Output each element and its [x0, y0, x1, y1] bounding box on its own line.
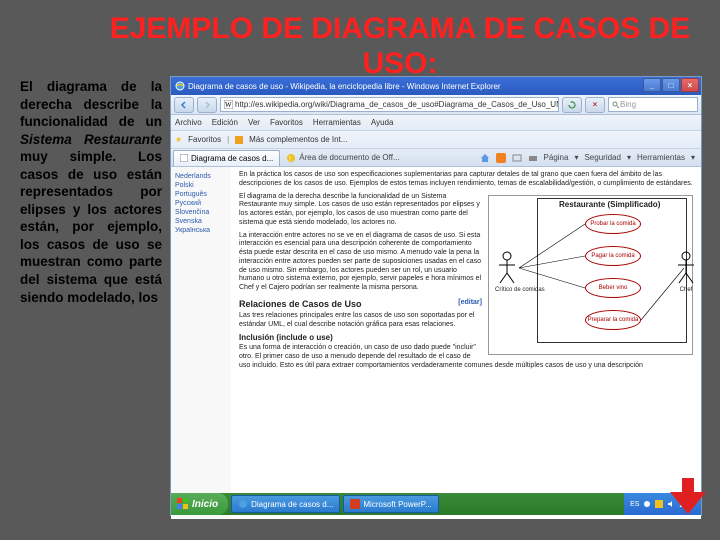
- uml-diagram[interactable]: Restaurante (Simplificado) Crítico de co…: [488, 195, 693, 355]
- menu-edicion[interactable]: Edición: [212, 118, 238, 127]
- uml-connectors: [489, 196, 694, 356]
- svg-text:W: W: [225, 101, 232, 109]
- browser-window: Diagrama de casos de uso - Wikipedia, la…: [170, 76, 702, 516]
- menu-archivo[interactable]: Archivo: [175, 118, 202, 127]
- lang-link[interactable]: Svenska: [175, 218, 227, 225]
- maximize-button[interactable]: □: [662, 78, 680, 92]
- titlebar[interactable]: Diagrama de casos de uso - Wikipedia, la…: [171, 77, 701, 95]
- info-icon: !: [286, 153, 296, 163]
- start-button[interactable]: Inicio: [171, 493, 228, 515]
- minimize-button[interactable]: _: [643, 78, 661, 92]
- search-box[interactable]: Bing: [608, 97, 698, 112]
- tab-bar: Diagrama de casos d... ! Área de documen…: [171, 149, 701, 167]
- tray-icon: [655, 500, 663, 508]
- wiki-favicon-icon: W: [224, 100, 233, 109]
- menu-herramientas[interactable]: Herramientas: [313, 118, 361, 127]
- edit-link[interactable]: [editar]: [458, 299, 482, 306]
- close-button[interactable]: ×: [681, 78, 699, 92]
- lang-link[interactable]: Русский: [175, 200, 227, 207]
- wiki-favicon-icon: [180, 154, 188, 162]
- pointer-arrow-head: [670, 492, 706, 514]
- favorites-bar: ★ Favoritos | Más complementos de Int...: [171, 131, 701, 149]
- taskbar-item-powerpoint[interactable]: Microsoft PowerP...: [343, 495, 438, 513]
- slide-title: EJEMPLO DE DIAGRAMA DE CASOS DE USO:: [0, 0, 720, 87]
- ie-icon: [175, 81, 185, 91]
- lang-link[interactable]: Nederlands: [175, 173, 227, 180]
- toolbar-seguridad[interactable]: Seguridad: [584, 153, 620, 162]
- svg-text:!: !: [289, 156, 291, 163]
- tab-label: Diagrama de casos d...: [191, 154, 273, 163]
- lang-link[interactable]: Português: [175, 191, 227, 198]
- lang-link[interactable]: Slovenčina: [175, 209, 227, 216]
- toolbar-herramientas[interactable]: Herramientas: [637, 153, 685, 162]
- toolbar-pagina[interactable]: Página: [544, 153, 569, 162]
- address-bar[interactable]: W http://es.wikipedia.org/wiki/Diagrama_…: [220, 97, 559, 112]
- menu-favoritos[interactable]: Favoritos: [270, 118, 303, 127]
- search-placeholder: Bing: [620, 100, 636, 109]
- ie-icon: [238, 499, 248, 509]
- slide-body-text: El diagrama de la derecha describe la fu…: [20, 78, 162, 306]
- address-text: http://es.wikipedia.org/wiki/Diagrama_de…: [235, 100, 559, 109]
- doc-recovery[interactable]: Área de documento de Off...: [299, 153, 399, 162]
- powerpoint-icon: [350, 499, 360, 509]
- tray-icon: [643, 500, 651, 508]
- suggested-link[interactable]: Más complementos de Int...: [249, 135, 347, 144]
- forward-button[interactable]: [197, 97, 217, 113]
- wiki-article: En la práctica los casos de uso son espe…: [231, 167, 701, 519]
- window-title: Diagrama de casos de uso - Wikipedia, la…: [188, 82, 501, 91]
- pointer-arrow: [682, 478, 694, 492]
- rss-icon[interactable]: [496, 153, 506, 163]
- windows-logo-icon: [177, 498, 189, 510]
- wiki-languages: Nederlands Polski Português Русский Slov…: [171, 167, 231, 519]
- menu-ver[interactable]: Ver: [248, 118, 260, 127]
- stop-button[interactable]: ×: [585, 97, 605, 113]
- refresh-button[interactable]: [562, 97, 582, 113]
- page-content: Nederlands Polski Português Русский Slov…: [171, 167, 701, 519]
- taskbar: Inicio Diagrama de casos d... Microsoft …: [171, 493, 701, 515]
- lang-link[interactable]: Polski: [175, 182, 227, 189]
- address-toolbar: W http://es.wikipedia.org/wiki/Diagrama_…: [171, 95, 701, 115]
- mail-icon[interactable]: [512, 153, 522, 163]
- menu-bar: Archivo Edición Ver Favoritos Herramient…: [171, 115, 701, 131]
- home-icon[interactable]: [480, 153, 490, 163]
- menu-ayuda[interactable]: Ayuda: [371, 118, 394, 127]
- lang-link[interactable]: Українська: [175, 227, 227, 234]
- print-icon[interactable]: [528, 153, 538, 163]
- favorites-label[interactable]: Favoritos: [188, 135, 221, 144]
- tab-wikipedia[interactable]: Diagrama de casos d...: [173, 150, 280, 166]
- addon-icon: [235, 136, 243, 144]
- search-icon: [612, 101, 620, 109]
- star-icon[interactable]: ★: [175, 135, 182, 144]
- back-button[interactable]: [174, 97, 194, 113]
- taskbar-item-browser[interactable]: Diagrama de casos d...: [231, 495, 340, 513]
- article-intro: En la práctica los casos de uso son espe…: [239, 171, 693, 189]
